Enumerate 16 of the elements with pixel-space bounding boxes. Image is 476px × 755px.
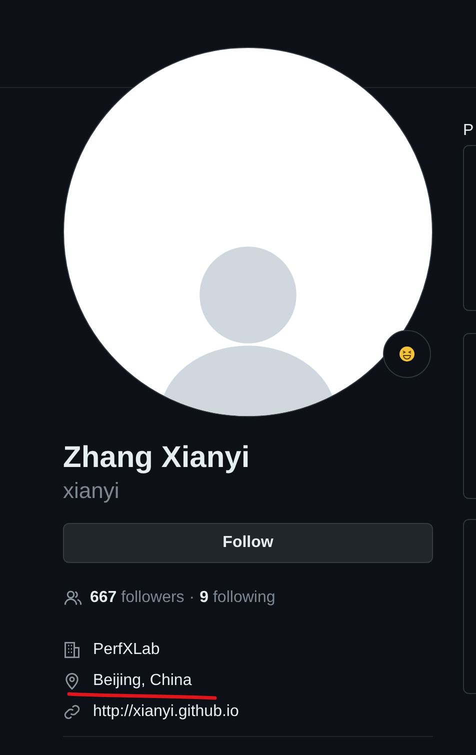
organization-text: PerfXLab [93, 640, 160, 660]
profile-name: Zhang Xianyi [63, 440, 251, 476]
location-text: Beijing, China [93, 670, 192, 690]
building-icon [63, 640, 81, 658]
people-icon [63, 589, 83, 607]
followers-link[interactable]: 667 followers [90, 586, 184, 610]
status-emoji-button[interactable] [383, 330, 431, 378]
location-pin-icon [63, 672, 81, 690]
username: xianyi [63, 477, 120, 505]
following-link[interactable]: 9 following [200, 586, 276, 610]
link-icon [63, 702, 81, 720]
separator-dot: · [189, 588, 195, 608]
laughing-face-icon [399, 346, 415, 362]
website-link[interactable]: http://xianyi.github.io [93, 700, 239, 724]
follow-button[interactable]: Follow [63, 523, 433, 563]
section-heading: P [463, 121, 475, 141]
